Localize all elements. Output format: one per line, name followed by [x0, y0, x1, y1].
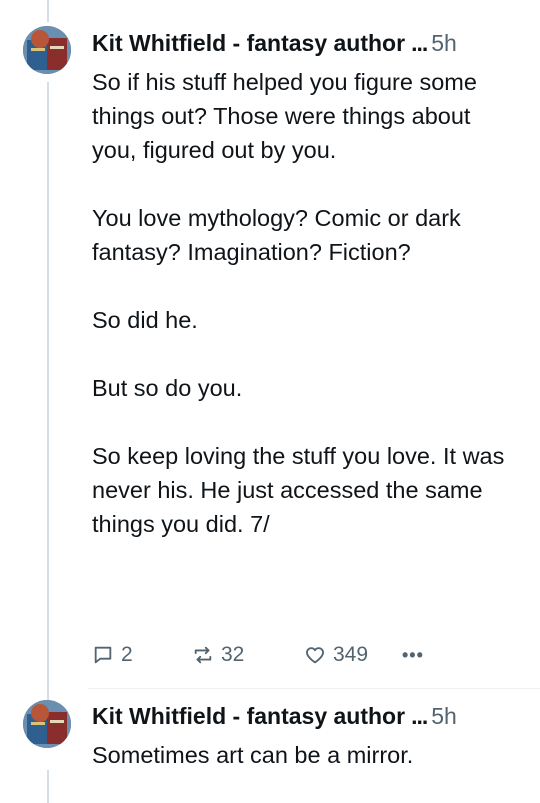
ellipsis-text: ...: [411, 702, 428, 729]
post-paragraph: You love mythology? Comic or dark fantas…: [92, 205, 461, 265]
post-divider: [88, 688, 540, 689]
ellipsis-icon[interactable]: •••: [402, 645, 424, 666]
heart-icon: [306, 647, 324, 664]
post-1[interactable]: Kit Whitfield - fantasy author ... 5h So…: [0, 0, 540, 690]
avatar[interactable]: [23, 26, 71, 74]
more-button[interactable]: •••: [402, 645, 424, 666]
repost-button[interactable]: 32: [192, 643, 304, 667]
post-2[interactable]: Kit Whitfield - fantasy author ... 5h So…: [0, 690, 540, 803]
avatar[interactable]: [23, 700, 71, 748]
post-body: So if his stuff helped you figure some t…: [92, 65, 512, 541]
speech-bubble-icon: [94, 646, 112, 664]
reply-count: 2: [121, 643, 133, 666]
repost-arrows-icon: [194, 646, 212, 664]
post-paragraph: But so do you.: [92, 375, 243, 401]
post-timestamp[interactable]: 5h: [431, 703, 457, 730]
post-timestamp[interactable]: 5h: [431, 30, 457, 57]
post-body: Sometimes art can be a mirror.: [92, 738, 512, 772]
post-paragraph: Sometimes art can be a mirror.: [92, 742, 414, 768]
post-header: Kit Whitfield - fantasy author ... 5h: [92, 701, 522, 731]
like-count: 349: [333, 643, 369, 666]
post-paragraph: So if his stuff helped you figure some t…: [92, 69, 477, 163]
post-actions: 2 32 349 •••: [92, 640, 424, 670]
post-paragraph: So did he.: [92, 307, 198, 333]
repost-count: 32: [221, 643, 245, 666]
like-button[interactable]: 349: [304, 643, 402, 667]
post-paragraph: So keep loving the stuff you love. It wa…: [92, 443, 505, 537]
ellipsis-text: ...: [411, 29, 428, 56]
reply-button[interactable]: 2: [92, 643, 192, 667]
author-name[interactable]: Kit Whitfield - fantasy author: [92, 30, 405, 57]
post-header: Kit Whitfield - fantasy author ... 5h: [92, 28, 522, 58]
author-name[interactable]: Kit Whitfield - fantasy author: [92, 703, 405, 730]
